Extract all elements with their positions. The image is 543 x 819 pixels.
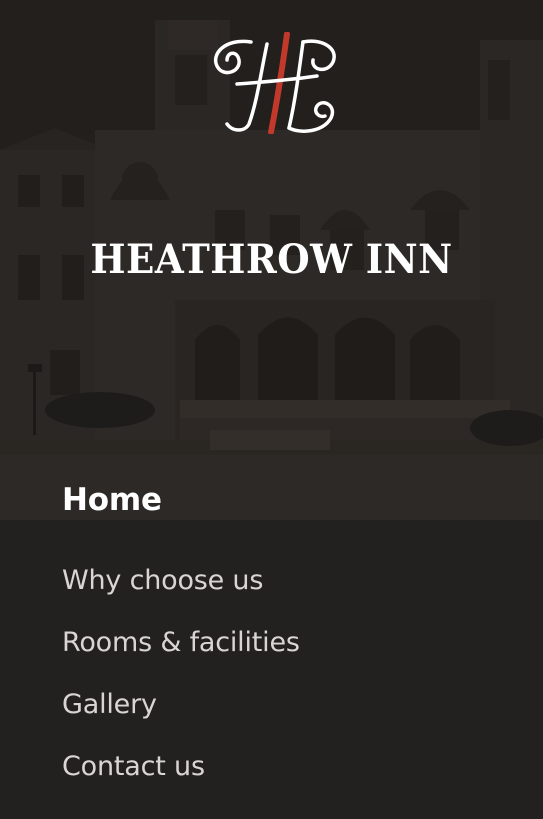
hero-banner: HEATHROW INN [0, 0, 543, 520]
menu-item-gallery[interactable]: Gallery [62, 674, 300, 736]
hh-monogram-logo-icon[interactable] [205, 32, 345, 134]
menu-item-why-choose-us[interactable]: Why choose us [62, 550, 300, 612]
menu-item-rooms-facilities[interactable]: Rooms & facilities [62, 612, 300, 674]
main-menu: Home Why choose us Rooms & facilities Ga… [62, 476, 300, 798]
brand-name: HEATHROW INN [90, 236, 453, 283]
mobile-menu-page: HEATHROW INN Home Why choose us Rooms & … [0, 0, 543, 819]
menu-item-contact-us[interactable]: Contact us [62, 736, 300, 798]
menu-item-home[interactable]: Home [62, 476, 300, 540]
